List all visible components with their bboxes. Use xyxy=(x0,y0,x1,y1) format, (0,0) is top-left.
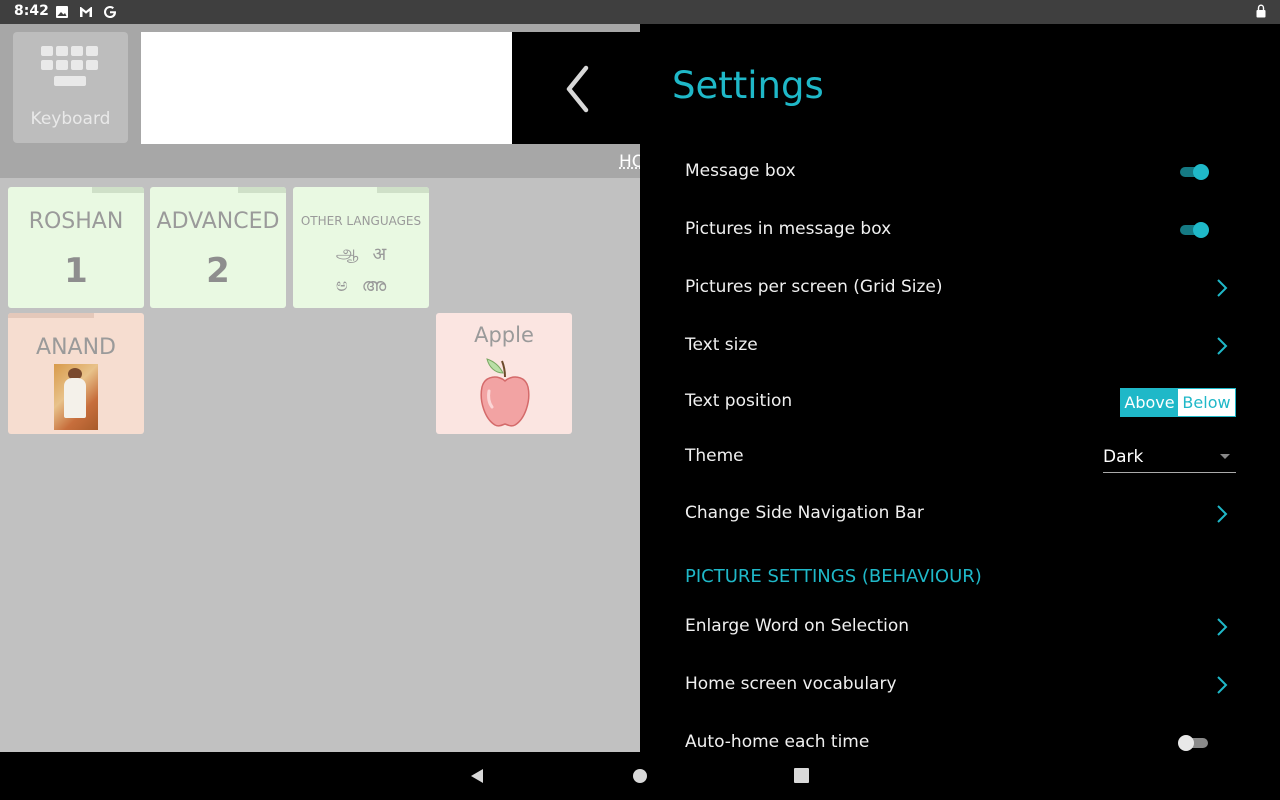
tile-title: Apple xyxy=(474,323,534,347)
setting-label: Home screen vocabulary xyxy=(685,674,897,694)
gmail-icon xyxy=(80,7,92,17)
tile-anand[interactable]: ANAND xyxy=(8,313,144,434)
setting-label: Theme xyxy=(685,446,744,466)
apple-icon xyxy=(480,358,530,427)
tile-number: 2 xyxy=(206,251,230,291)
lock-icon xyxy=(1256,4,1266,18)
setting-text-position: Text position Above Below xyxy=(685,382,1236,422)
back-button[interactable] xyxy=(512,32,640,144)
chevron-right-icon xyxy=(1217,337,1228,355)
tile-title: ROSHAN xyxy=(28,209,124,234)
keyboard-button[interactable]: Keyboard xyxy=(13,32,128,143)
keyboard-icon xyxy=(41,46,98,86)
text-position-below[interactable]: Below xyxy=(1178,389,1235,416)
folder-tab xyxy=(8,313,94,318)
tamil-letter: ஆ xyxy=(335,242,359,263)
setting-message-box[interactable]: Message box xyxy=(685,152,1236,192)
setting-label: Text position xyxy=(685,391,793,411)
nav-back-icon[interactable] xyxy=(469,768,485,784)
chevron-right-icon xyxy=(1217,279,1228,297)
setting-side-navigation-bar[interactable]: Change Side Navigation Bar xyxy=(685,494,1236,534)
text-position-above[interactable]: Above xyxy=(1121,389,1178,416)
home-link[interactable]: HO xyxy=(619,152,640,172)
hindi-letter: अ xyxy=(372,244,387,265)
theme-value: Dark xyxy=(1103,447,1144,467)
message-box-toggle[interactable] xyxy=(1180,164,1210,181)
setting-text-size[interactable]: Text size xyxy=(685,326,1236,366)
text-position-segmented: Above Below xyxy=(1120,388,1236,417)
image-icon xyxy=(56,6,68,18)
tile-roshan[interactable]: ROSHAN 1 xyxy=(8,187,144,308)
theme-dropdown[interactable]: Dark xyxy=(1103,439,1236,473)
app-main-area: Keyboard HO ROSHAN 1 ADVANCED 2 OTHER LA… xyxy=(0,24,640,752)
chevron-right-icon xyxy=(1217,618,1228,636)
settings-title: Settings xyxy=(672,64,824,107)
script-row: ಅ അ xyxy=(293,275,429,296)
setting-label: Pictures in message box xyxy=(685,219,892,239)
kannada-letter: ಅ xyxy=(335,275,348,296)
notification-icons xyxy=(54,4,118,20)
tile-apple[interactable]: Apple xyxy=(436,313,572,434)
setting-label: Message box xyxy=(685,161,796,181)
setting-pictures-in-message-box[interactable]: Pictures in message box xyxy=(685,210,1236,250)
folder-tab xyxy=(92,187,144,193)
status-time: 8:42 xyxy=(14,3,49,19)
chevron-right-icon xyxy=(1217,505,1228,523)
setting-label: Auto-home each time xyxy=(685,732,870,752)
chevron-left-icon xyxy=(566,65,589,113)
status-bar: 8:42 xyxy=(0,0,1280,24)
script-row: ஆ अ xyxy=(293,242,429,266)
tile-advanced[interactable]: ADVANCED 2 xyxy=(150,187,286,308)
setting-label: Text size xyxy=(685,335,758,355)
anand-photo xyxy=(54,364,98,430)
setting-label: Change Side Navigation Bar xyxy=(685,503,924,523)
setting-theme: Theme Dark xyxy=(685,437,1236,477)
dropdown-arrow-icon xyxy=(1220,454,1230,459)
message-box[interactable] xyxy=(141,32,521,144)
pictures-in-message-box-toggle[interactable] xyxy=(1180,222,1210,239)
keyboard-label: Keyboard xyxy=(30,109,111,129)
google-icon xyxy=(104,6,116,18)
setting-label: Enlarge Word on Selection xyxy=(685,616,910,636)
auto-home-toggle[interactable] xyxy=(1178,735,1210,752)
tile-title: ANAND xyxy=(36,335,116,360)
setting-label: Pictures per screen (Grid Size) xyxy=(685,277,943,297)
setting-enlarge-word[interactable]: Enlarge Word on Selection xyxy=(685,607,1236,647)
settings-panel: Settings Message box Pictures in message… xyxy=(640,24,1280,752)
setting-home-screen-vocabulary[interactable]: Home screen vocabulary xyxy=(685,665,1236,705)
setting-auto-home[interactable]: Auto-home each time xyxy=(685,723,1236,752)
tile-other-languages[interactable]: OTHER LANGUAGES ஆ अ ಅ അ xyxy=(293,187,429,308)
folder-tab xyxy=(377,187,429,193)
setting-grid-size[interactable]: Pictures per screen (Grid Size) xyxy=(685,268,1236,308)
tile-title: ADVANCED xyxy=(156,209,280,234)
tile-number: 1 xyxy=(64,251,88,291)
section-heading-picture-settings: PICTURE SETTINGS (BEHAVIOUR) xyxy=(685,566,982,587)
tile-title: OTHER LANGUAGES xyxy=(300,214,422,228)
malayalam-letter: അ xyxy=(361,275,387,296)
nav-recents-icon[interactable] xyxy=(794,768,809,783)
nav-home-icon[interactable] xyxy=(633,769,647,783)
chevron-right-icon xyxy=(1217,676,1228,694)
folder-tab xyxy=(238,187,286,193)
system-nav-bar xyxy=(0,752,1280,800)
